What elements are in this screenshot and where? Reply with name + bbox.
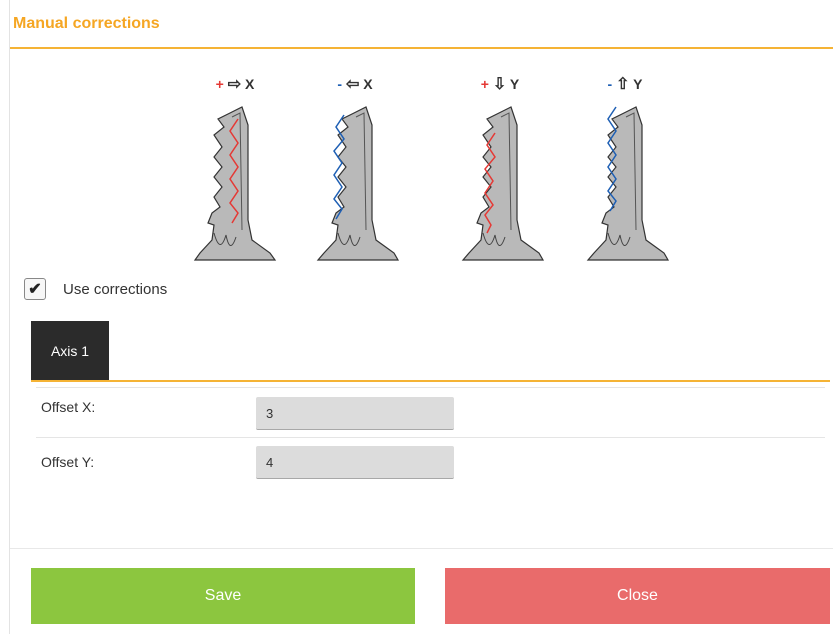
arrow-left-icon: ⇦: [345, 76, 360, 93]
axis-tabs: Axis 1: [31, 321, 830, 382]
dialog-header: Manual corrections: [10, 0, 833, 49]
footer-divider: [10, 548, 833, 549]
manual-corrections-dialog: Manual corrections + ⇨ X - ⇦ X + ⇩ Y - ⇧…: [9, 0, 833, 634]
use-corrections-checkbox[interactable]: ✔: [24, 278, 46, 300]
axis-label: Y: [633, 76, 643, 92]
use-corrections-row: ✔ Use corrections: [24, 276, 167, 302]
save-button[interactable]: Save: [31, 568, 415, 624]
close-button[interactable]: Close: [445, 568, 830, 624]
arrow-right-icon: ⇨: [227, 76, 242, 93]
dialog-title: Manual corrections: [13, 15, 160, 32]
arrow-down-icon: ⇩: [492, 76, 507, 93]
offset-x-row: Offset X: 3: [36, 387, 825, 438]
arrow-up-icon: ⇧: [616, 76, 630, 93]
offset-x-label: Offset X:: [41, 399, 96, 415]
key-offset-plus-y-icon: + ⇩ Y: [455, 70, 545, 265]
offset-y-row: Offset Y: 4: [36, 438, 825, 487]
axis-label: X: [363, 76, 373, 92]
tab-axis-1[interactable]: Axis 1: [31, 321, 109, 380]
offset-y-input[interactable]: 4: [256, 446, 454, 479]
axis-label: X: [245, 76, 255, 92]
checkmark-icon: ✔: [28, 281, 42, 298]
sign-label: +: [215, 76, 224, 92]
sign-label: -: [607, 76, 613, 92]
sign-label: -: [337, 76, 343, 92]
axis-label: Y: [509, 76, 520, 92]
correction-illustrations: + ⇨ X - ⇦ X + ⇩ Y - ⇧ Y: [10, 70, 833, 270]
sign-label: +: [480, 76, 489, 92]
key-offset-minus-y-icon: - ⇧ Y: [580, 70, 670, 265]
key-offset-plus-x-icon: + ⇨ X: [190, 70, 280, 265]
offset-x-input[interactable]: 3: [256, 397, 454, 430]
offset-y-label: Offset Y:: [41, 454, 95, 470]
key-offset-minus-x-icon: - ⇦ X: [310, 70, 400, 265]
use-corrections-label[interactable]: Use corrections: [63, 281, 167, 298]
